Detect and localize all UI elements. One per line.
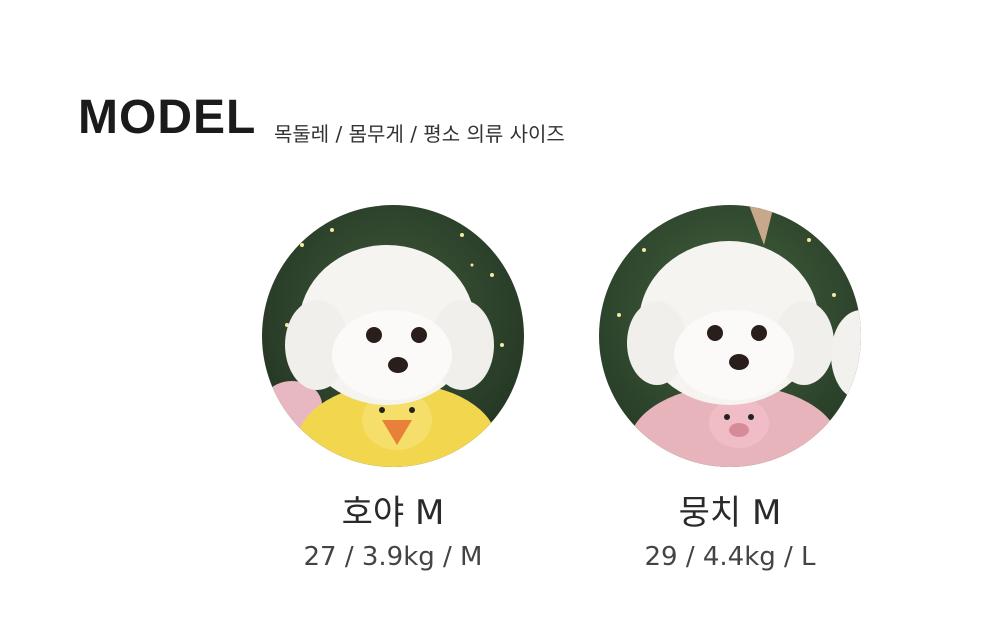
model-photo-hoya — [262, 205, 524, 467]
model-stats-hoya: 27 / 3.9kg / M — [303, 542, 483, 572]
model-name-mungchi: 뭉치 M — [678, 493, 782, 533]
model-card-mungchi: 뭉치 M 29 / 4.4kg / L — [580, 205, 880, 572]
model-stats-mungchi: 29 / 4.4kg / L — [644, 542, 816, 572]
model-card-hoya: 호야 M 27 / 3.9kg / M — [243, 205, 543, 572]
model-name-hoya: 호야 M — [341, 493, 445, 533]
model-photo-mungchi — [599, 205, 861, 467]
page-title: MODEL — [78, 91, 257, 144]
page-subtitle: 목둘레 / 몸무게 / 평소 의류 사이즈 — [274, 122, 565, 146]
